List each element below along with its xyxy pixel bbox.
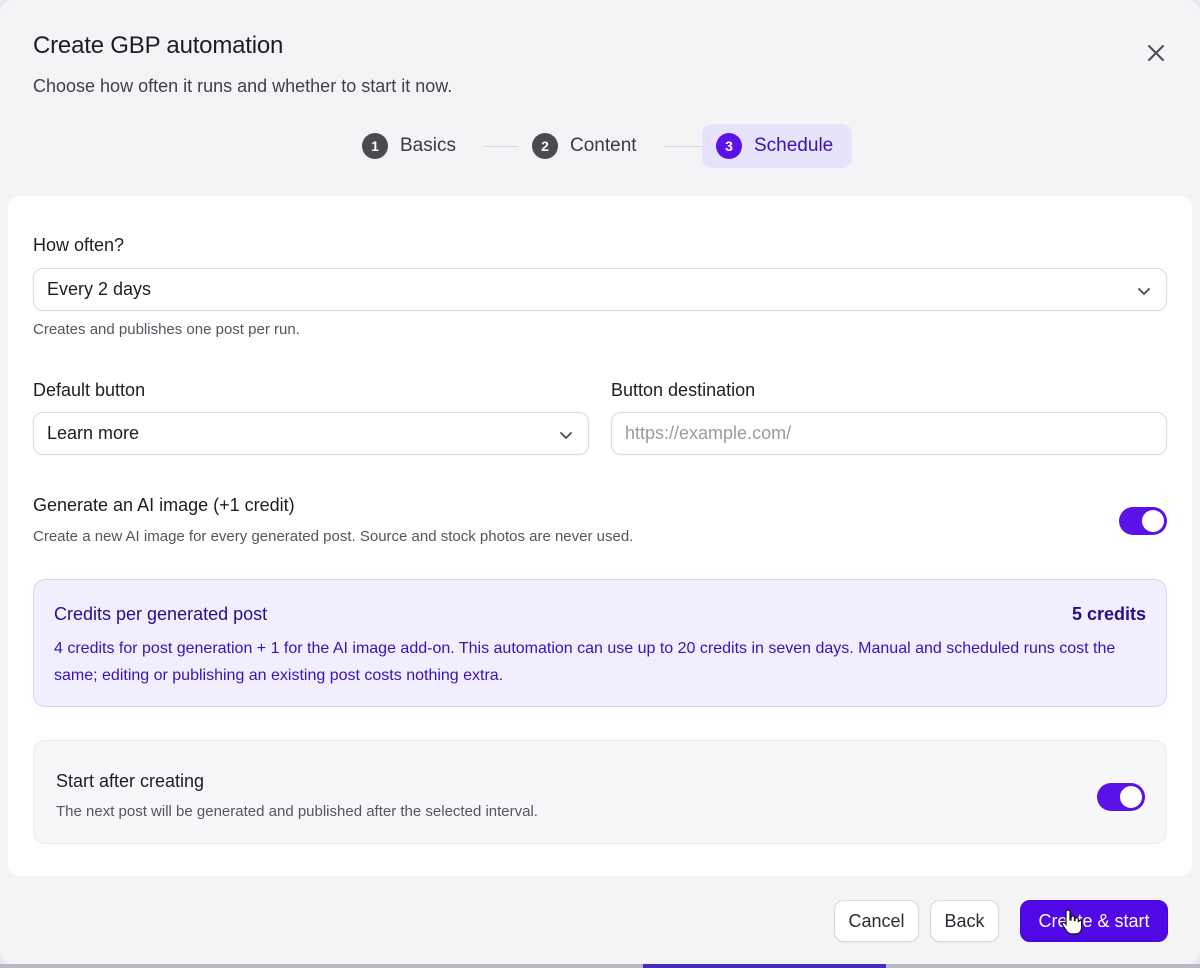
credits-info-panel: Credits per generated post 5 credits 4 c…: [33, 579, 1167, 707]
button-destination-placeholder: https://example.com/: [625, 423, 792, 443]
chevron-down-icon: [1138, 288, 1150, 295]
schedule-form: How often? Every 2 days Creates and publ…: [8, 196, 1192, 876]
step-number: 3: [716, 133, 742, 159]
toggle-knob: [1142, 510, 1164, 532]
step-number: 1: [362, 133, 388, 159]
window-bottom-edge: [0, 964, 1200, 968]
dialog-subtitle: Choose how often it runs and whether to …: [33, 76, 453, 96]
hand-cursor-icon: [1061, 909, 1083, 935]
ai-image-label: Generate an AI image (+1 credit): [33, 495, 295, 515]
step-connector: [484, 146, 518, 147]
frequency-select[interactable]: Every 2 days: [33, 268, 1167, 311]
start-after-title: Start after creating: [56, 771, 205, 791]
ai-image-help: Create a new AI image for every generate…: [33, 528, 634, 545]
frequency-label: How often?: [33, 235, 125, 255]
stepper: 1 Basics 2 Content 3 Schedule: [0, 124, 1200, 168]
default-button-select[interactable]: Learn more: [33, 412, 589, 455]
frequency-help: Creates and publishes one post per run.: [33, 321, 300, 338]
close-icon: [1148, 45, 1164, 61]
credits-description: 4 credits for post generation + 1 for th…: [54, 640, 1116, 684]
step-label: Basics: [400, 135, 456, 156]
start-after-description: The next post will be generated and publ…: [56, 803, 538, 820]
window-bottom-accent: [643, 964, 886, 968]
step-content[interactable]: 2 Content: [518, 124, 651, 168]
start-after-creating-panel: Start after creating The next post will …: [33, 740, 1167, 844]
chevron-down-icon: [560, 432, 572, 439]
create-and-start-button[interactable]: Create & start: [1020, 900, 1168, 942]
step-number: 2: [532, 133, 558, 159]
frequency-value: Every 2 days: [47, 279, 152, 299]
button-destination-input[interactable]: https://example.com/: [611, 412, 1167, 455]
toggle-knob: [1120, 786, 1142, 808]
ai-image-toggle[interactable]: [1119, 507, 1167, 535]
default-button-label: Default button: [33, 380, 146, 400]
create-automation-dialog: Create GBP automation Choose how often i…: [0, 0, 1200, 964]
step-label: Schedule: [754, 135, 834, 156]
step-label: Content: [570, 135, 637, 156]
back-button[interactable]: Back: [930, 900, 999, 942]
dialog-header: Create GBP automation Choose how often i…: [0, 0, 1200, 196]
button-destination-label: Button destination: [611, 380, 756, 400]
cancel-button[interactable]: Cancel: [834, 900, 919, 942]
start-after-toggle[interactable]: [1097, 783, 1145, 811]
step-connector: [664, 146, 702, 147]
step-basics[interactable]: 1 Basics: [348, 124, 470, 168]
step-schedule[interactable]: 3 Schedule: [702, 124, 852, 168]
dialog-footer: Cancel Back Create & start: [0, 876, 1200, 964]
close-button[interactable]: [1140, 37, 1172, 69]
dialog-title: Create GBP automation: [33, 32, 284, 59]
credits-title: Credits per generated post: [54, 604, 268, 624]
credits-amount: 5 credits: [1071, 604, 1146, 624]
default-button-value: Learn more: [47, 423, 140, 443]
